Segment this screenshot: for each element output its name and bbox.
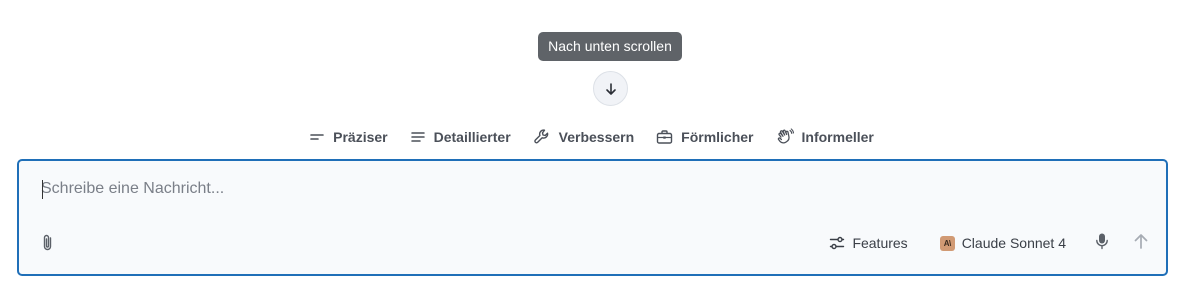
suggestion-label: Detaillierter [433, 129, 511, 145]
model-selector[interactable]: A\ Claude Sonnet 4 [939, 235, 1066, 251]
anthropic-logo-icon: A\ [939, 235, 955, 251]
arrow-down-icon [605, 82, 616, 95]
sliders-icon [830, 236, 845, 250]
suggestion-bar: Präziser Detaillierter Verbessern Förmli… [0, 126, 1183, 148]
paragraph-lines-icon [410, 132, 425, 142]
message-composer: Features A\ Claude Sonnet 4 [17, 159, 1168, 276]
chat-stage: Nach unten scrollen Präziser Detailliert… [0, 0, 1183, 285]
scroll-tooltip: Nach unten scrollen [538, 32, 682, 61]
paperclip-icon [43, 234, 52, 251]
send-button[interactable] [1132, 232, 1150, 255]
composer-toolbar: Features A\ Claude Sonnet 4 [829, 231, 1150, 255]
scroll-down-button[interactable] [593, 71, 628, 106]
suggestion-foermlicher[interactable]: Förmlicher [656, 129, 754, 145]
suggestion-label: Förmlicher [681, 129, 754, 145]
arrow-up-icon [1134, 233, 1148, 249]
suggestion-detaillierter[interactable]: Detaillierter [410, 129, 511, 145]
microphone-button[interactable] [1094, 232, 1110, 255]
attach-button[interactable] [39, 233, 57, 253]
suggestion-label: Präziser [333, 129, 388, 145]
suggestion-label: Informeller [801, 129, 874, 145]
features-label: Features [852, 235, 908, 251]
briefcase-icon [656, 130, 673, 144]
microphone-icon [1096, 233, 1108, 249]
wrench-icon [533, 129, 548, 144]
text-caret [42, 180, 43, 199]
suggestion-label: Verbessern [558, 129, 635, 145]
suggestion-verbessern[interactable]: Verbessern [533, 128, 635, 146]
short-lines-icon [310, 134, 324, 140]
features-button[interactable]: Features [829, 235, 908, 251]
message-input[interactable] [41, 177, 1041, 201]
waving-hand-icon [777, 128, 794, 144]
suggestion-informeller[interactable]: Informeller [776, 128, 874, 146]
model-label: Claude Sonnet 4 [961, 235, 1066, 251]
suggestion-praeziser[interactable]: Präziser [309, 129, 388, 145]
